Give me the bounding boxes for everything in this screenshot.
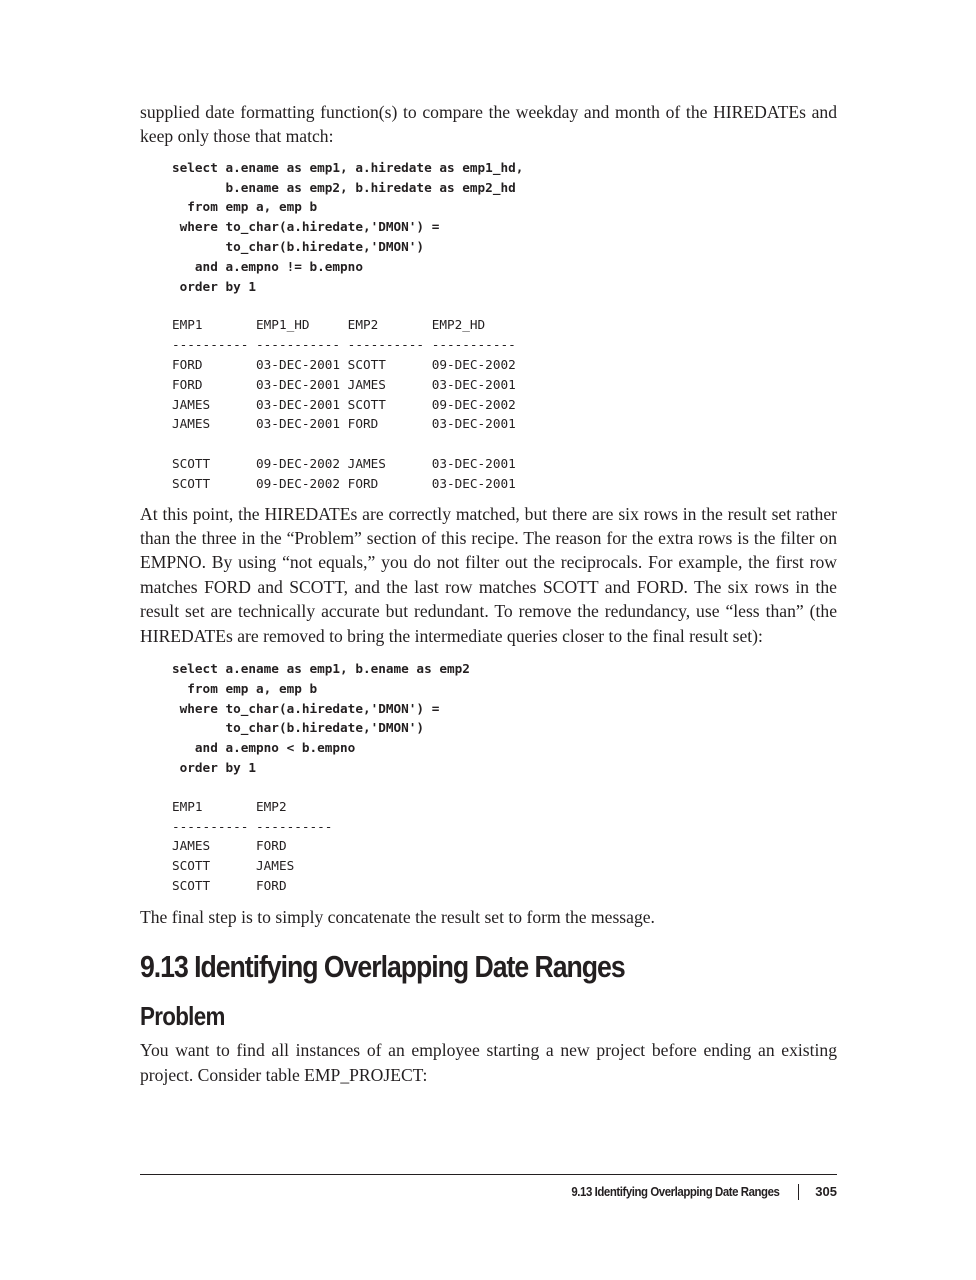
paragraph-problem: You want to find all instances of an emp…: [140, 1040, 837, 1085]
footer-separator: [797, 1184, 800, 1200]
paragraph-intro: supplied date formatting function(s) to …: [140, 102, 837, 147]
problem-heading: Problem: [140, 1001, 225, 1032]
result-set-six-rows: EMP1 EMP1_HD EMP2 EMP2_HD ---------- ---…: [172, 317, 516, 491]
code-query-less-than: select a.ename as emp1, b.ename as emp2 …: [172, 661, 470, 775]
result-set-three-rows: EMP1 EMP2 ---------- ---------- JAMES FO…: [172, 798, 333, 893]
paragraph-final-step: The final step is to simply concatenate …: [140, 906, 655, 927]
page-footer: 9.13 Identifying Overlapping Date Ranges…: [543, 1183, 837, 1201]
page-content: supplied date formatting function(s) to …: [140, 100, 837, 1087]
section-heading: 9.13 Identifying Overlapping Date Ranges: [140, 949, 626, 985]
footer-divider: [140, 1174, 837, 1175]
footer-section-title: 9.13 Identifying Overlapping Date Ranges: [571, 1184, 781, 1199]
paragraph-explanation: At this point, the HIREDATEs are correct…: [140, 503, 837, 646]
code-query-not-equals: select a.ename as emp1, a.hiredate as em…: [172, 159, 524, 294]
page-number: 305: [815, 1184, 837, 1199]
